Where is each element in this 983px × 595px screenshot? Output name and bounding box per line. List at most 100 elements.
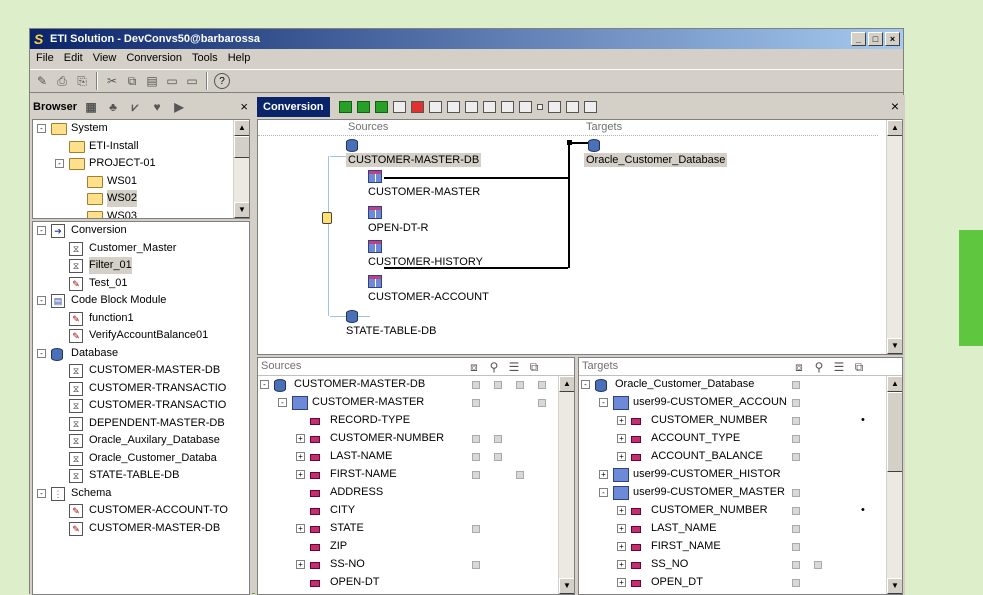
- mapping-row[interactable]: + user99-CUSTOMER_HISTOR: [579, 466, 886, 484]
- collapse-icon[interactable]: -: [37, 348, 46, 358]
- expand-icon[interactable]: +: [617, 560, 626, 569]
- mapping-checkbox[interactable]: [494, 381, 502, 389]
- single-view-icon[interactable]: [392, 101, 406, 113]
- mapping-row[interactable]: + ACCOUNT_TYPE: [579, 430, 886, 448]
- mapping-checkbox[interactable]: [472, 471, 480, 479]
- group-connector-icon[interactable]: [322, 212, 332, 224]
- tree-item[interactable]: - ▤ Code Block Module: [33, 292, 249, 310]
- tree-item[interactable]: ⧖ CUSTOMER-TRANSACTIO: [33, 397, 249, 415]
- close-window-button[interactable]: ×: [885, 32, 900, 46]
- tree-item[interactable]: - System: [33, 120, 249, 138]
- mapping-checkbox[interactable]: [792, 507, 800, 515]
- collapse-icon[interactable]: -: [37, 296, 46, 305]
- mapping-checkbox[interactable]: [516, 381, 524, 389]
- tree-item[interactable]: - PROJECT-01: [33, 155, 249, 173]
- close-conversion-icon[interactable]: ×: [891, 98, 899, 114]
- tree-item[interactable]: - ➔ Conversion: [33, 222, 249, 240]
- hierarchy-icon[interactable]: [428, 101, 442, 113]
- mapping-checkbox[interactable]: [472, 399, 480, 407]
- mapping-checkbox[interactable]: [792, 453, 800, 461]
- close-browser-icon[interactable]: ×: [240, 99, 248, 114]
- menu-help[interactable]: Help: [224, 49, 257, 68]
- tree-item[interactable]: ETI-Install: [33, 138, 249, 156]
- mapping-row[interactable]: + STATE: [258, 520, 558, 538]
- mapping-checkbox[interactable]: [494, 435, 502, 443]
- expand-icon[interactable]: +: [296, 524, 305, 533]
- layout-right-icon[interactable]: ▭: [184, 73, 200, 89]
- mapping-row[interactable]: ADDRESS: [258, 484, 558, 502]
- paste-icon[interactable]: ▤: [144, 73, 160, 89]
- tree-item[interactable]: - ⋮ Schema: [33, 485, 249, 503]
- tree-item[interactable]: ⧖ CUSTOMER-MASTER-DB: [33, 362, 249, 380]
- mapping-row[interactable]: + FIRST_NAME: [579, 538, 886, 556]
- maximize-button[interactable]: □: [868, 32, 883, 46]
- tree-item[interactable]: ⧖ Filter_01: [33, 257, 249, 275]
- expand-icon[interactable]: +: [296, 470, 305, 479]
- mapping-checkbox[interactable]: [792, 381, 800, 389]
- mapping-checkbox[interactable]: [814, 561, 822, 569]
- collapse-icon[interactable]: -: [55, 159, 64, 168]
- tree-item[interactable]: ✎ CUSTOMER-ACCOUNT-TO: [33, 502, 249, 520]
- expand-icon[interactable]: +: [296, 452, 305, 461]
- mapping-row[interactable]: - CUSTOMER-MASTER: [258, 394, 558, 412]
- window-icon[interactable]: [500, 101, 514, 113]
- diagram-table[interactable]: CUSTOMER-HISTORY: [368, 256, 483, 268]
- diagram-table[interactable]: CUSTOMER-ACCOUNT: [368, 291, 489, 303]
- help-icon[interactable]: ?: [214, 73, 230, 89]
- list-icon[interactable]: ☰: [506, 359, 522, 375]
- horizontal-view-icon[interactable]: [374, 101, 388, 113]
- zoom-icon[interactable]: [547, 101, 561, 113]
- mapping-checkbox[interactable]: [472, 435, 480, 443]
- expand-icon[interactable]: +: [617, 506, 626, 515]
- tree-item[interactable]: - Database: [33, 345, 249, 363]
- expand-icon[interactable]: +: [617, 542, 626, 551]
- print-icon[interactable]: ⎙: [54, 73, 70, 89]
- diagram-scrollbar[interactable]: ▲ ▼: [886, 120, 902, 354]
- mapping-checkbox[interactable]: [516, 471, 524, 479]
- mapping-checkbox[interactable]: [792, 543, 800, 551]
- folder-view-icon[interactable]: ▦: [83, 99, 99, 115]
- mapping-checkbox[interactable]: [538, 381, 546, 389]
- link-icon[interactable]: [446, 101, 460, 113]
- small-icon[interactable]: [536, 104, 543, 110]
- target-db-node[interactable]: Oracle_Customer_Database: [584, 153, 728, 167]
- print-setup-icon[interactable]: ⎘: [74, 73, 90, 89]
- mapping-checkbox[interactable]: [792, 561, 800, 569]
- link-icon[interactable]: ⚲: [811, 359, 827, 375]
- mapping-checkbox[interactable]: [792, 489, 800, 497]
- hierarchy-icon[interactable]: ⧈: [791, 359, 807, 375]
- expand-icon[interactable]: +: [617, 434, 626, 443]
- mapping-row[interactable]: RECORD-TYPE: [258, 412, 558, 430]
- tree-item[interactable]: ✎ function1: [33, 310, 249, 328]
- tree-item[interactable]: ⧖ Oracle_Customer_Databa: [33, 450, 249, 468]
- mapping-row[interactable]: OPEN-DT: [258, 574, 558, 592]
- collapse-icon[interactable]: -: [581, 380, 590, 389]
- scroll-down-button[interactable]: ▼: [887, 338, 902, 354]
- mapping-row[interactable]: - CUSTOMER-MASTER-DB: [258, 376, 558, 394]
- side-tab[interactable]: [959, 230, 983, 346]
- collapse-icon[interactable]: -: [599, 488, 608, 497]
- link-icon[interactable]: ⚲: [486, 359, 502, 375]
- expand-icon[interactable]: +: [617, 452, 626, 461]
- scroll-down-button[interactable]: ▼: [559, 578, 574, 594]
- mapping-row[interactable]: + CUSTOMER_NUMBER •: [579, 502, 886, 520]
- mapping-row[interactable]: CITY: [258, 502, 558, 520]
- tree-item[interactable]: ⧖ Oracle_Auxilary_Database: [33, 432, 249, 450]
- mapping-checkbox[interactable]: [472, 453, 480, 461]
- mapping-row[interactable]: + OPEN_DT: [579, 574, 886, 592]
- expand-icon[interactable]: +: [617, 578, 626, 587]
- diagram-table[interactable]: CUSTOMER-MASTER: [368, 186, 480, 198]
- mapping-checkbox[interactable]: [472, 525, 480, 533]
- mapping-checkbox[interactable]: [472, 381, 480, 389]
- scroll-down-button[interactable]: ▼: [887, 578, 902, 594]
- expand-icon[interactable]: +: [617, 416, 626, 425]
- scroll-up-button[interactable]: ▲: [887, 120, 902, 136]
- tree-item[interactable]: ⧖ CUSTOMER-TRANSACTIO: [33, 380, 249, 398]
- hierarchy-icon[interactable]: ⧈: [466, 359, 482, 375]
- mapping-checkbox[interactable]: [792, 435, 800, 443]
- source-db-node[interactable]: CUSTOMER-MASTER-DB: [346, 153, 482, 167]
- collapse-icon[interactable]: -: [37, 124, 46, 133]
- collapse-icon[interactable]: -: [278, 398, 287, 407]
- list-icon[interactable]: [464, 101, 478, 113]
- refresh-icon[interactable]: [565, 101, 579, 113]
